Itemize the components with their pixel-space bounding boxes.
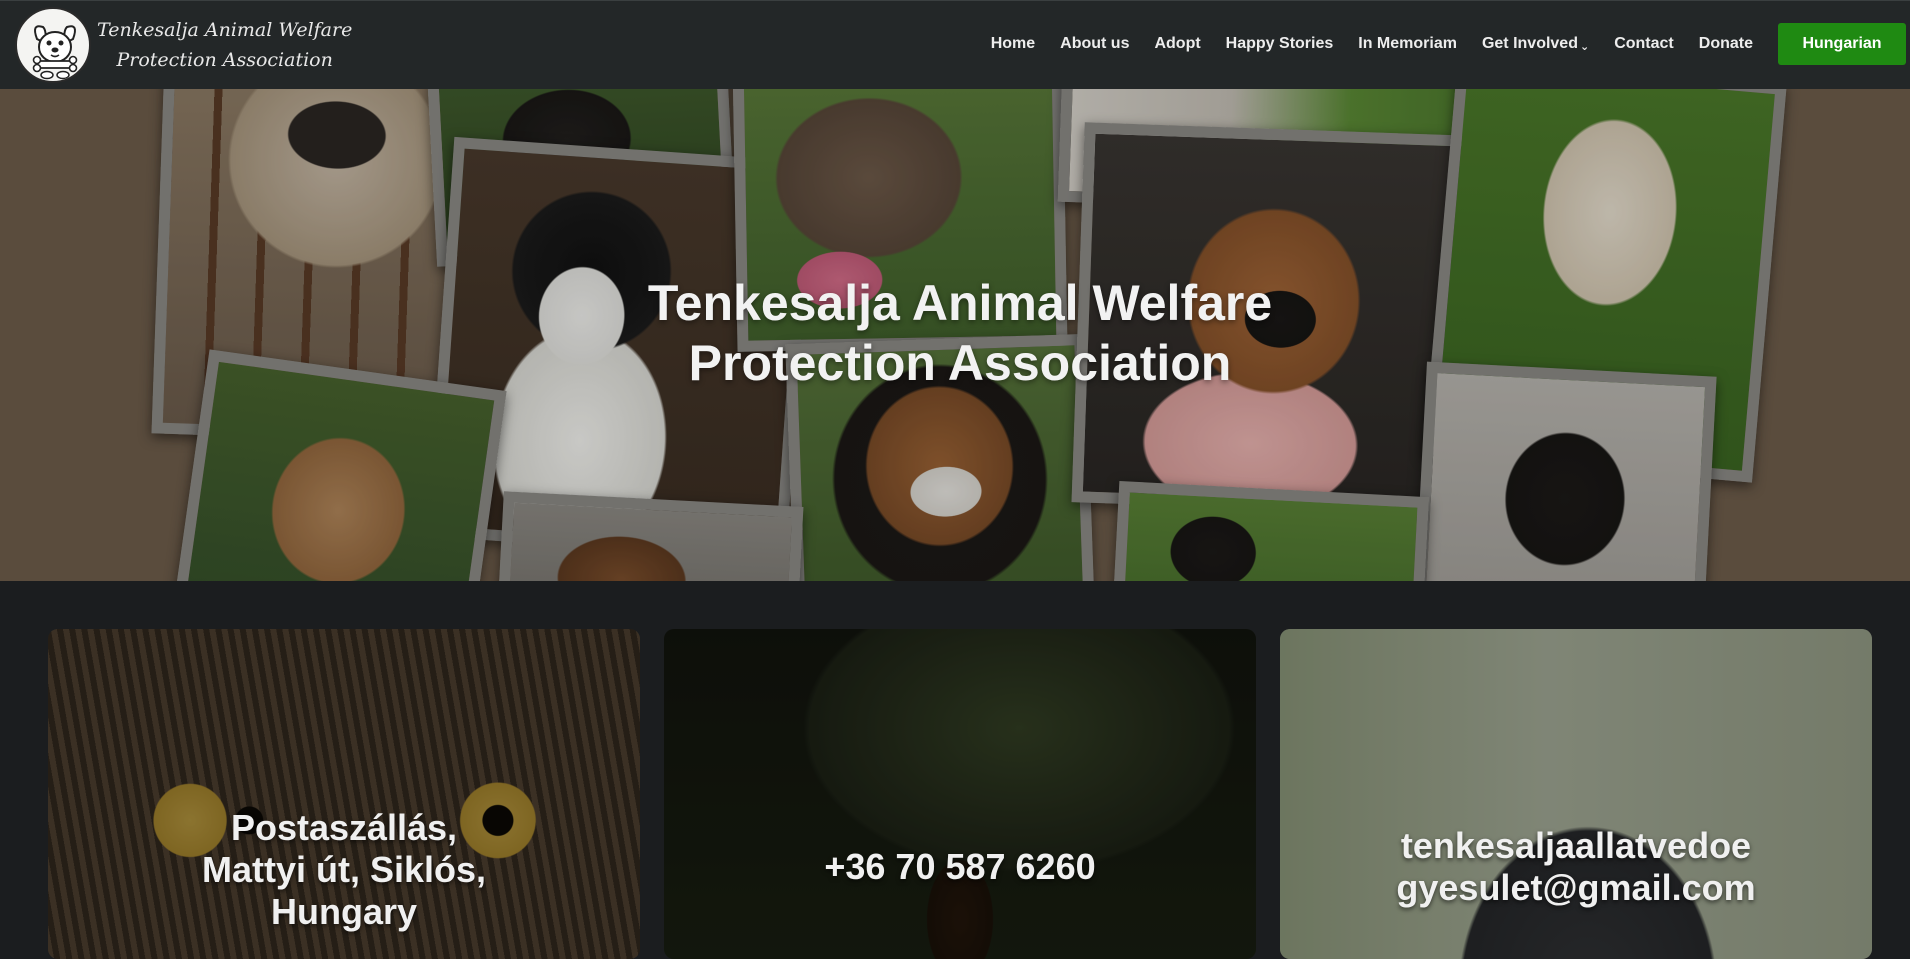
nav-donate[interactable]: Donate: [1699, 35, 1753, 53]
chevron-down-icon: ⌄: [1579, 40, 1590, 53]
nav-in-memoriam[interactable]: In Memoriam: [1358, 35, 1457, 53]
hero-title-line1: Tenkesalja Animal Welfare: [647, 275, 1273, 331]
brand-home-link[interactable]: Tenkesalja Animal Welfare Protection Ass…: [15, 7, 352, 83]
card-shade: [664, 629, 1256, 959]
contact-cards: Postaszállás, Mattyi út, Siklós, Hungary…: [0, 581, 1910, 959]
language-button[interactable]: Hungarian: [1778, 23, 1906, 65]
brand-name-line2: Protection Association: [116, 49, 333, 71]
brand-name: Tenkesalja Animal Welfare Protection Ass…: [97, 15, 352, 75]
hero-title-line2: Protection Association: [688, 335, 1232, 391]
nav-about-us[interactable]: About us: [1060, 35, 1129, 53]
phone-text: +36 70 587 6260: [664, 846, 1256, 888]
nav-get-involved-label: Get Involved: [1481, 35, 1578, 52]
email-line2: gyesulet@gmail.com: [1396, 867, 1756, 908]
nav-contact[interactable]: Contact: [1614, 35, 1674, 53]
hero-title: Tenkesalja Animal Welfare Protection Ass…: [0, 273, 1910, 393]
nav-home[interactable]: Home: [991, 35, 1035, 53]
brand-name-line1: Tenkesalja Animal Welfare: [97, 19, 353, 41]
email-line1: tenkesaljaallatvedoe: [1400, 825, 1752, 866]
email-text: tenkesaljaallatvedoe gyesulet@gmail.com: [1280, 825, 1872, 909]
nav-get-involved[interactable]: Get Involved ⌄: [1482, 35, 1589, 53]
hero-banner: Tenkesalja Animal Welfare Protection Ass…: [0, 89, 1910, 581]
navbar: Tenkesalja Animal Welfare Protection Ass…: [0, 0, 1910, 89]
phone-number: +36 70 587 6260: [824, 846, 1096, 887]
phone-card[interactable]: +36 70 587 6260: [664, 629, 1256, 959]
address-text: Postaszállás, Mattyi út, Siklós, Hungary: [48, 807, 640, 933]
email-card[interactable]: tenkesaljaallatvedoe gyesulet@gmail.com: [1280, 629, 1872, 959]
card-shade: [1280, 629, 1872, 959]
address-card[interactable]: Postaszállás, Mattyi út, Siklós, Hungary: [48, 629, 640, 959]
address-line1: Postaszállás,: [230, 807, 458, 848]
address-line2: Mattyi út, Siklós,: [201, 849, 487, 890]
main-nav: Home About us Adopt Happy Stories In Mem…: [991, 1, 1910, 87]
nav-adopt[interactable]: Adopt: [1154, 35, 1200, 53]
nav-happy-stories[interactable]: Happy Stories: [1226, 35, 1334, 53]
dog-logo-icon: [15, 7, 91, 83]
address-line3: Hungary: [270, 891, 418, 932]
